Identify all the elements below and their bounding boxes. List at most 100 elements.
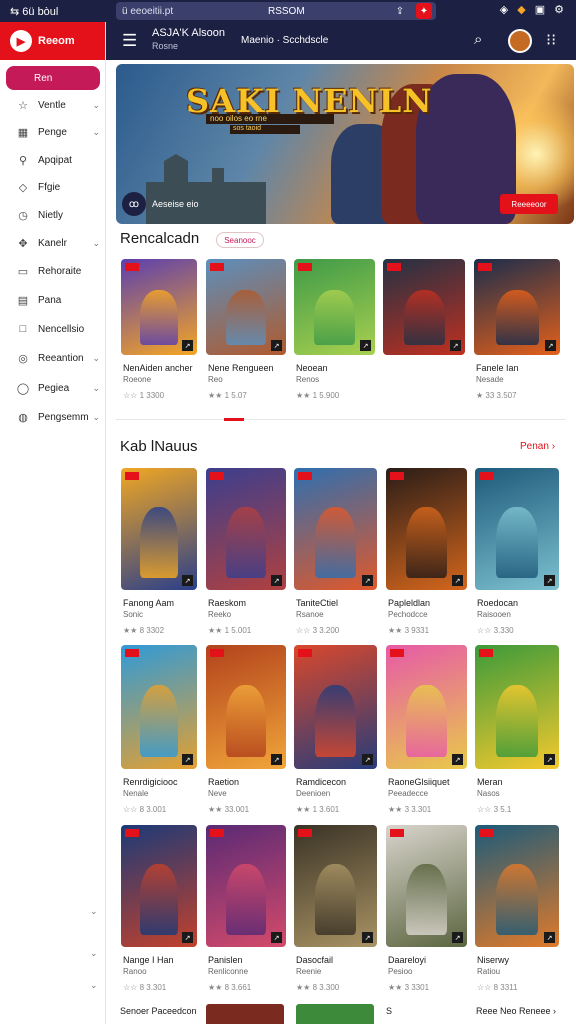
sidebar-item[interactable]: ✥ Kanelr ⌄: [0, 231, 106, 255]
open-icon[interactable]: ↗: [362, 575, 373, 586]
game-card[interactable]: ↗: [475, 645, 559, 769]
game-card[interactable]: ↗: [206, 259, 286, 355]
open-icon[interactable]: ↗: [544, 754, 555, 765]
card-artwork: [140, 864, 178, 935]
sidebar-item[interactable]: ▭ Rehoraite: [0, 259, 106, 283]
brand[interactable]: ▶ Reeom: [0, 22, 105, 60]
game-title: Raeskom: [208, 598, 247, 608]
open-icon[interactable]: ↗: [452, 754, 463, 765]
chevron-down-icon[interactable]: ⌄: [92, 238, 100, 249]
sidebar-item[interactable]: ◯ Pegiea ⌄: [0, 376, 106, 400]
game-title: RaoneGlsiiquet: [388, 777, 450, 787]
card-flag: [125, 829, 139, 837]
footer-card-2[interactable]: [296, 1004, 374, 1024]
game-card[interactable]: ↗: [294, 259, 375, 355]
chevron-down-icon[interactable]: ⌄: [92, 127, 100, 138]
open-icon[interactable]: ↗: [182, 754, 193, 765]
puzzle-icon: ✥: [18, 237, 28, 250]
open-icon[interactable]: ↗: [271, 340, 282, 351]
grid-menu-icon[interactable]: ⁝⁝: [546, 30, 556, 50]
game-card[interactable]: ↗: [386, 825, 467, 947]
bell-icon: ◆: [517, 4, 526, 16]
open-icon[interactable]: ↗: [362, 754, 373, 765]
sidebar-item[interactable]: ☆ Ventle ⌄: [0, 93, 106, 117]
game-card[interactable]: ↗: [121, 259, 197, 355]
chevron-down-icon[interactable]: ⌄: [92, 100, 100, 111]
open-icon[interactable]: ↗: [362, 932, 373, 943]
topbar-nav[interactable]: Maenio · Scchdscle: [241, 35, 328, 46]
sidebar-item[interactable]: ◷ Nietly: [0, 203, 106, 227]
open-icon[interactable]: ↗: [452, 932, 463, 943]
chevron-down-icon[interactable]: ⌄: [92, 412, 100, 423]
game-card[interactable]: ↗: [386, 468, 467, 590]
game-subtitle: Pesioo: [388, 967, 413, 976]
topbar-title: ASJA'K Alsoon: [152, 27, 226, 39]
game-title: NenAiden ancher: [123, 363, 193, 373]
chevron-down-icon[interactable]: ⌄: [92, 353, 100, 364]
open-icon[interactable]: ↗: [544, 575, 555, 586]
game-subtitle: Renliconne: [208, 967, 249, 976]
sidebar-item[interactable]: Ren: [6, 66, 100, 90]
sidebar-item[interactable]: ◎ Reeantion ⌄: [0, 346, 106, 370]
footer-right[interactable]: Reee Neo Reneee ›: [476, 1006, 556, 1016]
game-card[interactable]: ↗: [294, 645, 377, 769]
game-card[interactable]: ↗: [121, 645, 197, 769]
chevron-down-icon[interactable]: ⌄: [90, 980, 98, 991]
footer-card-1[interactable]: [206, 1004, 284, 1024]
open-icon[interactable]: ↗: [271, 754, 282, 765]
game-subtitle: Reo: [208, 375, 223, 384]
chevron-down-icon[interactable]: ⌄: [90, 906, 98, 917]
open-icon[interactable]: ↗: [182, 340, 193, 351]
card-flag: [125, 649, 139, 657]
game-card[interactable]: ↗: [474, 259, 560, 355]
sidebar-item[interactable]: ◇ Ffgie: [0, 175, 106, 199]
game-card[interactable]: ↗: [121, 825, 197, 947]
sidebar-item-label: Nietly: [38, 209, 64, 221]
search-icon[interactable]: ⌕: [474, 31, 482, 48]
extension-icon[interactable]: ✦: [416, 3, 432, 19]
game-card[interactable]: ↗: [475, 825, 559, 947]
open-icon[interactable]: ↗: [450, 340, 461, 351]
game-card[interactable]: ↗: [121, 468, 197, 590]
chevron-down-icon[interactable]: ⌄: [92, 383, 100, 394]
avatar[interactable]: [508, 29, 532, 53]
game-title: Fanong Aam: [123, 598, 175, 608]
menu-icon[interactable]: ☰: [122, 31, 137, 51]
open-icon[interactable]: ↗: [182, 575, 193, 586]
section-pill[interactable]: Seanooc: [216, 232, 264, 248]
game-rating: ★★ 33.001: [208, 805, 250, 814]
open-icon[interactable]: ↗: [545, 340, 556, 351]
sidebar-item[interactable]: □ Nencellsio: [0, 317, 106, 341]
game-title: Daareloyi: [388, 955, 427, 965]
card-artwork: [314, 289, 355, 346]
sidebar-item[interactable]: ▤ Pana: [0, 288, 106, 312]
game-card[interactable]: ↗: [386, 645, 467, 769]
sidebar-item[interactable]: ▦ Penge ⌄: [0, 120, 106, 144]
sidebar-item[interactable]: ◍ Pengsemm ⌄: [0, 405, 106, 429]
open-icon[interactable]: ↗: [182, 932, 193, 943]
hero-badge[interactable]: ꝏ: [122, 192, 146, 216]
open-icon[interactable]: ↗: [271, 575, 282, 586]
game-card[interactable]: ↗: [206, 825, 286, 947]
grid-icon: ▦: [17, 126, 29, 139]
game-card[interactable]: ↗: [383, 259, 465, 355]
see-all-link[interactable]: Penan ›: [520, 441, 555, 452]
chevron-down-icon[interactable]: ⌄: [90, 948, 98, 959]
game-card[interactable]: ↗: [475, 468, 559, 590]
open-icon[interactable]: ↗: [271, 932, 282, 943]
share-icon[interactable]: ⇪: [392, 3, 408, 19]
open-icon[interactable]: ↗: [544, 932, 555, 943]
game-card[interactable]: ↗: [206, 468, 286, 590]
game-card[interactable]: ↗: [294, 825, 377, 947]
card-artwork: [140, 507, 178, 578]
open-icon[interactable]: ↗: [360, 340, 371, 351]
hero-cta-button[interactable]: Reeeeoor: [500, 194, 558, 214]
game-subtitle: Roeone: [123, 375, 152, 384]
hero-banner[interactable]: SAKI NENLN noo oilos eo rne sos taoid ꝏ …: [116, 64, 574, 224]
sidebar-item[interactable]: ⚲ Apqipat: [0, 148, 106, 172]
game-subtitle: Nasos: [477, 789, 500, 798]
game-card[interactable]: ↗: [206, 645, 286, 769]
open-icon[interactable]: ↗: [452, 575, 463, 586]
carousel-indicator[interactable]: [224, 418, 244, 421]
game-card[interactable]: ↗: [294, 468, 377, 590]
